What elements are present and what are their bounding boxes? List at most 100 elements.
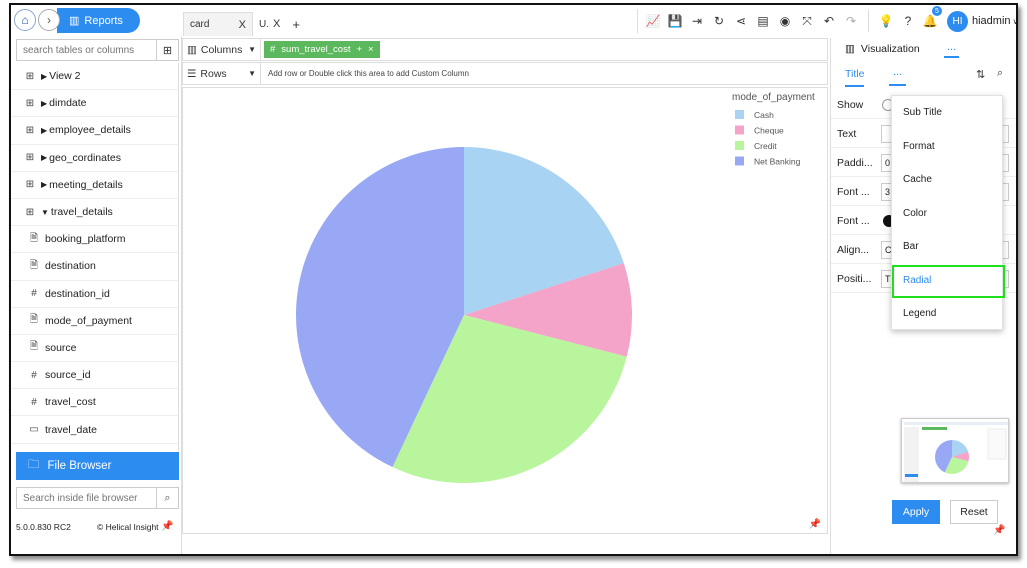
rows-label: Rows — [200, 67, 227, 80]
legend-label[interactable]: Net Banking — [754, 157, 801, 167]
sort-icon[interactable]: ⇅ — [976, 68, 985, 81]
dropdown-item[interactable]: Format — [892, 130, 1002, 164]
more-tab[interactable]: ... — [944, 41, 960, 58]
rows-shelf-label[interactable]: ☰ Rows ▼ — [183, 63, 261, 84]
property-dropdown: Sub Title Format Cache Color Bar Radial Legend — [891, 95, 1005, 331]
dropdown-item[interactable]: Legend — [892, 297, 1002, 331]
file-browser-search: ⌕ — [16, 487, 179, 509]
tab-title[interactable]: Title — [845, 68, 865, 87]
avatar[interactable]: HI — [947, 10, 968, 32]
legend-swatch[interactable] — [735, 141, 744, 150]
legend-label[interactable]: Cheque — [754, 126, 784, 136]
tab-card[interactable]: card X — [183, 12, 253, 36]
apply-button[interactable]: Apply — [892, 500, 940, 524]
refresh-icon[interactable]: ↻ — [708, 10, 730, 32]
tree-item[interactable]: ⊞ ▶ meeting_details — [11, 172, 178, 199]
chevron-down-icon[interactable]: ∨ — [1013, 17, 1016, 26]
caret-down-icon[interactable]: ▼ — [248, 45, 256, 54]
pin-icon[interactable]: 📌 — [161, 521, 173, 532]
visualization-label: Visualization — [860, 43, 920, 55]
dropdown-item[interactable]: Sub Title — [892, 96, 1002, 130]
add-icon[interactable]: + — [356, 44, 362, 55]
home-icon[interactable]: ⌂ — [14, 9, 36, 31]
export-icon[interactable]: ⇥ — [686, 10, 708, 32]
legend-swatch[interactable] — [735, 110, 744, 119]
text-field-icon: 🗎 — [29, 259, 39, 271]
caret-right-icon[interactable]: ▶ — [41, 180, 47, 189]
visualization-tab[interactable]: ▥ Visualization — [831, 38, 1016, 60]
tree-item[interactable]: 🗎 destination — [11, 253, 178, 281]
lightbulb-icon[interactable]: 💡 — [875, 10, 897, 32]
tree-item[interactable]: ⊞ ▶ View 2 — [11, 63, 178, 91]
tree-item[interactable]: ▭ travel_date — [11, 416, 178, 444]
search-icon[interactable]: ⌕ — [997, 67, 1003, 80]
add-tab-button[interactable]: + — [286, 12, 306, 36]
tree-item[interactable]: # destination_id — [11, 281, 178, 308]
close-icon[interactable]: X — [239, 19, 246, 31]
preview-icon[interactable]: ◉ — [774, 10, 796, 32]
close-icon[interactable]: × — [368, 44, 374, 55]
reset-button[interactable]: Reset — [950, 500, 998, 524]
tree-item[interactable]: # source_id — [11, 362, 178, 390]
file-search-input[interactable] — [16, 487, 157, 509]
tree-item[interactable]: 🗎 source — [11, 335, 178, 363]
legend-label[interactable]: Credit — [754, 141, 777, 151]
search-icon[interactable]: ⌕ — [157, 487, 179, 509]
dropdown-item[interactable]: Cache — [892, 163, 1002, 197]
tree-item[interactable]: ⊞ ▼ travel_details — [11, 199, 178, 227]
legend-swatch[interactable] — [735, 125, 744, 135]
folder-icon: 🗀 — [28, 458, 40, 471]
save-icon[interactable]: 💾 — [664, 10, 686, 32]
caret-right-icon[interactable]: ▶ — [41, 153, 47, 162]
legend-swatch[interactable] — [735, 156, 744, 166]
undo-icon[interactable]: ↶ — [818, 10, 840, 32]
caret-right-icon[interactable]: ▶ — [41, 126, 47, 135]
rows-icon: ☰ — [187, 67, 197, 80]
search-tables-input[interactable] — [16, 39, 157, 61]
tree-item[interactable]: ⊞ ▶ dimdate — [11, 90, 178, 118]
column-pill[interactable]: # sum_travel_cost + × — [264, 41, 380, 58]
caret-right-icon[interactable]: ▶ — [41, 72, 47, 81]
tree-item[interactable]: ⊞ ▶ employee_details — [11, 117, 178, 145]
tree-item[interactable]: 🗎 booking_platform — [11, 226, 178, 254]
dropdown-item[interactable]: Color — [892, 197, 1002, 231]
legend-label[interactable]: Cash — [754, 110, 774, 120]
tree-item[interactable]: # travel_cost — [11, 389, 178, 417]
thumb-header — [904, 422, 1008, 425]
pin-icon[interactable]: 📌 — [993, 525, 1005, 536]
thumb-sidebar — [904, 427, 919, 482]
share-icon[interactable]: ⋖ — [730, 10, 752, 32]
chart-thumbnail[interactable] — [901, 418, 1009, 483]
pin-icon[interactable]: 📌 — [809, 519, 821, 530]
tree-item[interactable]: ⊞ ▶ geo_cordinates — [11, 145, 178, 172]
tree-item[interactable]: 🗎 mode_of_payment — [11, 308, 178, 335]
tree-item-label: source — [45, 341, 77, 354]
redo-icon[interactable]: ↷ — [840, 10, 862, 32]
help-icon[interactable]: ? — [897, 10, 919, 32]
columns-shelf[interactable]: ▥ Columns ▼ # sum_travel_cost + × — [182, 38, 828, 61]
rows-shelf[interactable]: ☰ Rows ▼ Add row or Double click this ar… — [182, 62, 828, 85]
layout-icon[interactable]: ▤ — [752, 10, 774, 32]
caret-down-icon[interactable]: ▼ — [248, 69, 256, 78]
table-icon: ⊞ — [25, 179, 35, 191]
chevron-right-icon[interactable]: › — [38, 9, 60, 31]
table-icon: ⊞ — [25, 124, 35, 136]
fullscreen-icon[interactable]: ⤧ — [796, 10, 818, 32]
grid-view-icon[interactable]: ⊞ — [157, 39, 179, 61]
dropdown-item[interactable]: Radial — [892, 264, 1005, 297]
caret-down-icon[interactable]: ▼ — [41, 208, 49, 217]
file-browser-button[interactable]: 🗀 File Browser — [16, 452, 179, 480]
close-icon[interactable]: X — [273, 18, 280, 30]
dropdown-item[interactable]: Bar — [892, 230, 1002, 264]
number-field-icon: # — [31, 396, 37, 408]
tab-u[interactable]: U. X — [253, 12, 286, 36]
bell-icon[interactable]: 🔔 5 — [919, 6, 942, 32]
tree-item-label: source_id — [45, 369, 91, 382]
chart-type-icon[interactable]: 📈 — [642, 10, 664, 32]
username-menu[interactable]: hiadmin — [972, 15, 1011, 27]
reports-button[interactable]: ▥ Reports — [57, 8, 140, 33]
caret-right-icon[interactable]: ▶ — [41, 99, 47, 108]
more-properties-tab[interactable]: ... — [889, 66, 907, 86]
columns-shelf-label[interactable]: ▥ Columns ▼ — [183, 39, 261, 60]
thumb-pill — [922, 427, 947, 430]
